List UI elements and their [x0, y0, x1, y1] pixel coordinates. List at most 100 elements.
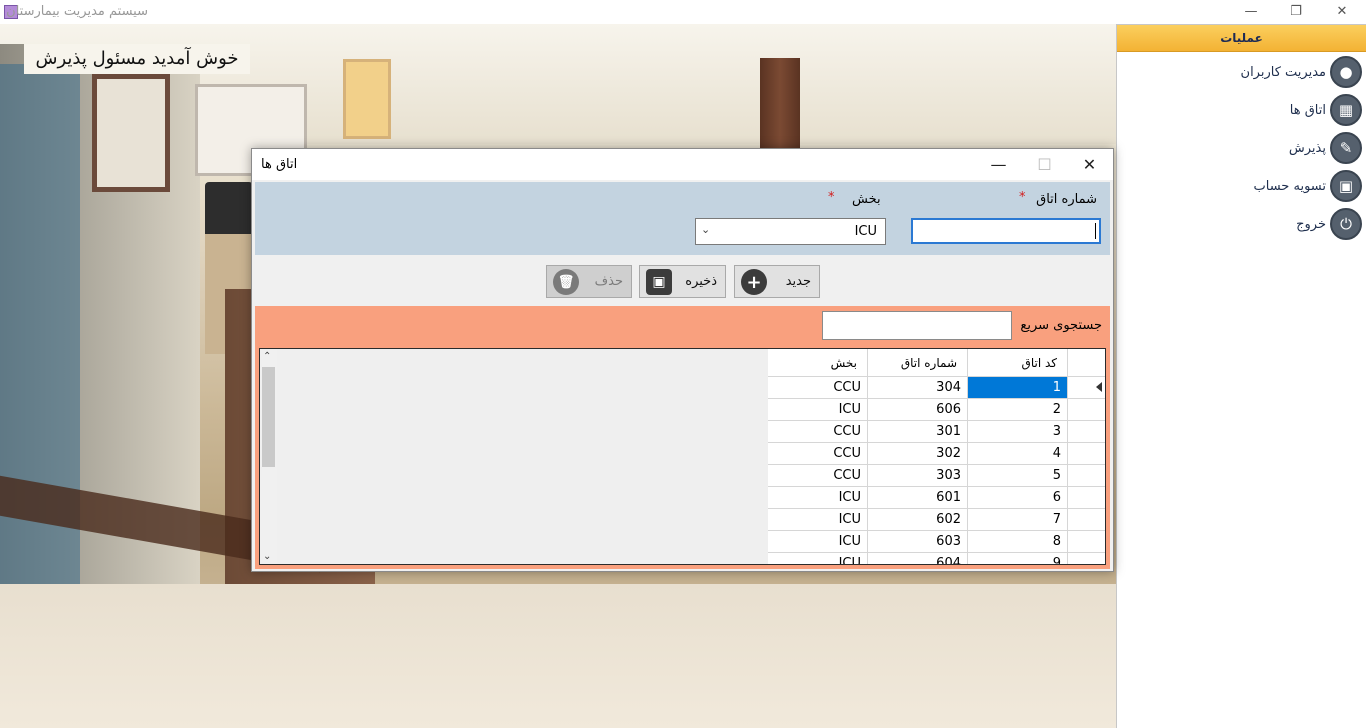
table-cell-ward[interactable]: CCU: [768, 421, 868, 443]
ward-label: بخش: [852, 192, 881, 207]
close-icon: ✕: [1336, 3, 1348, 19]
ward-select[interactable]: ICU ⌄: [695, 218, 886, 245]
table-cell-code[interactable]: 8: [968, 531, 1068, 553]
app-titlebar: سیستم مدیریت بیمارستان — ❐ ✕: [0, 0, 1366, 24]
power-icon: ⏻: [1330, 208, 1362, 240]
table-cell-number[interactable]: 602: [868, 509, 968, 531]
row-header[interactable]: [1068, 509, 1105, 531]
table-cell-code[interactable]: 9: [968, 553, 1068, 564]
ops-item-label: تسویه حساب: [1253, 178, 1326, 194]
chevron-down-icon[interactable]: ⌄: [263, 551, 271, 562]
ops-item-exit[interactable]: ⏻ خروج: [1296, 207, 1362, 241]
rooms-table: کد اتاق شماره اتاق بخش 1 304 CCU 2 606 ICU 3 301 CC…: [768, 349, 1105, 564]
minimize-button[interactable]: —: [1228, 0, 1274, 22]
row-header[interactable]: [1068, 443, 1105, 465]
ops-item-label: خروج: [1296, 216, 1326, 232]
scrollbar-thumb[interactable]: [262, 367, 275, 467]
row-header[interactable]: [1068, 465, 1105, 487]
admission-icon: ✎: [1330, 132, 1362, 164]
table-cell-code[interactable]: 3: [968, 421, 1068, 443]
required-mark: *: [828, 190, 835, 205]
close-icon: ✕: [1082, 155, 1097, 174]
minimize-icon: —: [1244, 3, 1258, 19]
table-cell-ward[interactable]: CCU: [768, 465, 868, 487]
welcome-label: خوش آمدید مسئول پذیرش: [24, 44, 250, 74]
quick-search-panel: جستجوی سریع ⌃ ⌄ کد اتاق شماره اتاق بخش 1 304…: [255, 306, 1110, 569]
dialog-title: اتاق ها: [261, 157, 298, 172]
row-header[interactable]: [1068, 377, 1105, 399]
chevron-down-icon: ⌄: [701, 223, 711, 236]
table-cell-ward[interactable]: ICU: [768, 531, 868, 553]
operations-header: عملیات: [1117, 25, 1366, 52]
table-cell-code[interactable]: 2: [968, 399, 1068, 421]
delete-button[interactable]: حذف 🗑: [546, 265, 632, 298]
ops-item-rooms[interactable]: ▦ اتاق ها: [1290, 93, 1362, 127]
table-cell-number[interactable]: 304: [868, 377, 968, 399]
ops-item-admission[interactable]: ✎ پذیرش: [1289, 131, 1362, 165]
table-cell-number[interactable]: 606: [868, 399, 968, 421]
chevron-up-icon[interactable]: ⌃: [263, 351, 271, 362]
minimize-icon: —: [990, 155, 1007, 174]
table-cell-ward[interactable]: CCU: [768, 443, 868, 465]
restore-button[interactable]: ❐: [1273, 0, 1319, 22]
money-icon: ▣: [1330, 170, 1362, 202]
table-cell-number[interactable]: 603: [868, 531, 968, 553]
row-header[interactable]: [1068, 421, 1105, 443]
table-cell-number[interactable]: 303: [868, 465, 968, 487]
ops-item-label: پذیرش: [1288, 140, 1326, 156]
save-button[interactable]: ذخیره ▣: [639, 265, 726, 298]
row-header[interactable]: [1068, 487, 1105, 509]
room-number-input[interactable]: [911, 218, 1101, 244]
ops-item-settlement[interactable]: ▣ تسویه حساب: [1254, 169, 1362, 203]
ops-item-label: اتاق ها: [1289, 102, 1326, 118]
vertical-scrollbar[interactable]: ⌃ ⌄: [260, 349, 277, 564]
grid-corner-header: [1068, 349, 1105, 377]
room-number-label: شماره اتاق: [1036, 192, 1097, 207]
table-cell-code[interactable]: 5: [968, 465, 1068, 487]
table-cell-ward[interactable]: ICU: [768, 509, 868, 531]
maximize-icon: ☐: [1037, 155, 1052, 174]
current-row-arrow-icon: [1096, 382, 1102, 392]
table-cell-ward[interactable]: ICU: [768, 553, 868, 564]
row-header[interactable]: [1068, 553, 1105, 564]
save-icon: ▣: [646, 269, 672, 295]
column-header[interactable]: بخش: [768, 349, 868, 377]
rooms-grid: ⌃ ⌄ کد اتاق شماره اتاق بخش 1 304 CCU 2 606 ICU 3 3…: [259, 348, 1106, 565]
dialog-minimize-button[interactable]: —: [976, 149, 1021, 180]
operations-panel: عملیات ● مدیریت کاربران ▦ اتاق ها ✎ پذیر…: [1116, 24, 1366, 728]
restore-icon: ❐: [1290, 3, 1302, 19]
table-cell-number[interactable]: 301: [868, 421, 968, 443]
save-button-label: ذخیره: [685, 274, 717, 289]
quick-search-label: جستجوی سریع: [1020, 318, 1102, 333]
table-cell-code[interactable]: 4: [968, 443, 1068, 465]
ops-item-label: مدیریت کاربران: [1240, 64, 1326, 80]
table-cell-ward[interactable]: ICU: [768, 399, 868, 421]
ops-item-user-management[interactable]: ● مدیریت کاربران: [1241, 55, 1362, 89]
dialog-close-button[interactable]: ✕: [1067, 149, 1112, 180]
column-header[interactable]: شماره اتاق: [868, 349, 968, 377]
app-title: سیستم مدیریت بیمارستان: [6, 4, 148, 19]
row-header[interactable]: [1068, 399, 1105, 421]
room-form: شماره اتاق * بخش * ICU ⌄: [255, 182, 1110, 255]
table-cell-ward[interactable]: ICU: [768, 487, 868, 509]
dialog-titlebar: اتاق ها — ☐ ✕: [252, 149, 1113, 180]
table-cell-code[interactable]: 1: [968, 377, 1068, 399]
ward-select-value: ICU: [854, 224, 877, 239]
column-header[interactable]: کد اتاق: [968, 349, 1068, 377]
user-icon: ●: [1330, 56, 1362, 88]
rooms-icon: ▦: [1330, 94, 1362, 126]
table-cell-code[interactable]: 7: [968, 509, 1068, 531]
row-header[interactable]: [1068, 531, 1105, 553]
required-mark: *: [1019, 190, 1026, 205]
close-button[interactable]: ✕: [1319, 0, 1365, 22]
quick-search-input[interactable]: [822, 311, 1012, 340]
table-cell-number[interactable]: 604: [868, 553, 968, 564]
rooms-dialog: اتاق ها — ☐ ✕ شماره اتاق * بخش * ICU ⌄ ج…: [251, 148, 1114, 572]
table-cell-ward[interactable]: CCU: [768, 377, 868, 399]
new-button[interactable]: جدید +: [734, 265, 820, 298]
new-button-label: جدید: [785, 274, 811, 289]
table-cell-number[interactable]: 601: [868, 487, 968, 509]
table-cell-code[interactable]: 6: [968, 487, 1068, 509]
table-cell-number[interactable]: 302: [868, 443, 968, 465]
trash-icon: 🗑: [553, 269, 579, 295]
